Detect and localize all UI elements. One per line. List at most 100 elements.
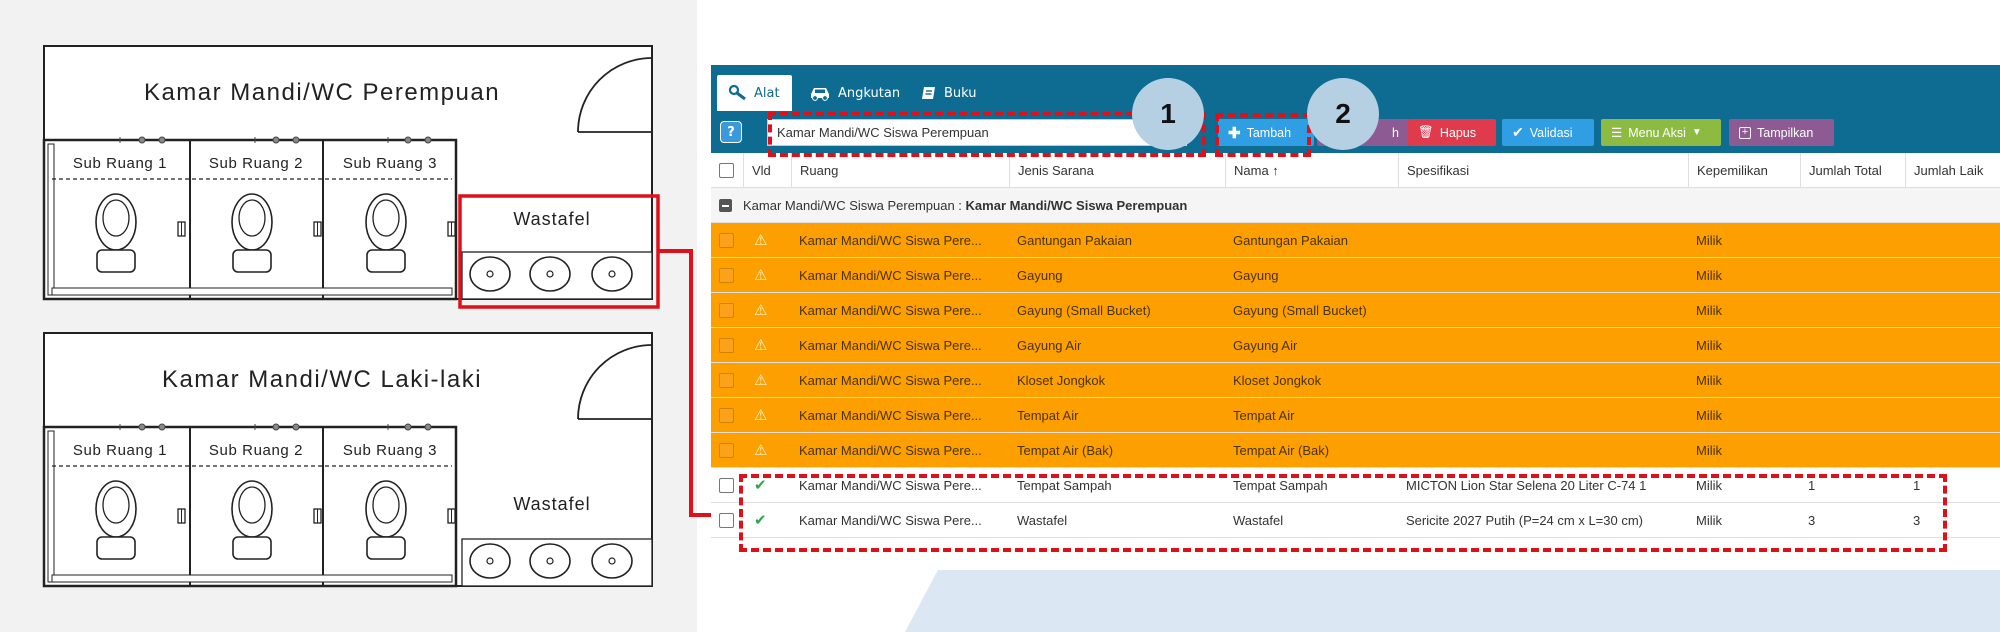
connector-line (689, 249, 693, 517)
rows-highlight-box (739, 474, 1947, 552)
book-icon (922, 87, 935, 99)
cell-spesifikasi (1406, 433, 1688, 468)
cell-ruang: Kamar Mandi/WC Siswa Pere... (799, 408, 982, 423)
cell-jumlah-total (1808, 398, 1905, 433)
col-nama[interactable]: Nama ↑ (1225, 153, 1398, 188)
check-icon: ✔ (1512, 124, 1524, 140)
edit-button-label: h (1392, 125, 1399, 140)
col-spesifikasi[interactable]: Spesifikasi (1398, 153, 1688, 188)
col-vld[interactable]: Vld (743, 153, 791, 188)
cell-jenis-sarana: Gayung (Small Bucket) (1017, 303, 1151, 318)
cell-spesifikasi (1406, 258, 1688, 293)
row-checkbox[interactable] (719, 268, 734, 283)
tab-buku[interactable]: Buku (909, 75, 989, 111)
show-button[interactable]: + Tampilkan (1729, 119, 1834, 146)
sink-icon (469, 256, 511, 292)
action-menu-label: Menu Aksi (1628, 125, 1686, 140)
group-label-prefix: Kamar Mandi/WC Siswa Perempuan : (743, 198, 966, 213)
table-row[interactable]: ⚠ Kamar Mandi/WC Siswa Pere... Gayung Gayun… (711, 258, 2000, 293)
table-row[interactable]: ⚠ Kamar Mandi/WC Siswa Pere... Tempat Air T… (711, 398, 2000, 433)
table-row[interactable]: ⚠ Kamar Mandi/WC Siswa Pere... Gantungan P… (711, 223, 2000, 258)
cell-kepemilikan: Milik (1696, 303, 1722, 318)
cell-kepemilikan: Milik (1696, 268, 1722, 283)
car-icon (811, 88, 829, 101)
men-room-3: Sub Ruang 3 (343, 442, 437, 459)
col-kepemilikan[interactable]: Kepemilikan (1688, 153, 1800, 188)
group-row[interactable]: Kamar Mandi/WC Siswa Perempuan : Kamar M… (711, 188, 2000, 223)
row-checkbox[interactable] (719, 233, 734, 248)
cell-jumlah-total (1808, 258, 1905, 293)
tab-alat[interactable]: Alat (717, 75, 792, 111)
cell-ruang: Kamar Mandi/WC Siswa Pere... (799, 373, 982, 388)
cell-nama: Tempat Air (Bak) (1233, 443, 1330, 458)
cell-spesifikasi (1406, 398, 1688, 433)
men-sink-label: Wastafel (513, 494, 590, 514)
row-checkbox[interactable] (719, 443, 734, 458)
cell-jumlah-laik (1913, 398, 2000, 433)
action-menu-button[interactable]: ☰ Menu Aksi ▼ (1601, 119, 1721, 146)
cell-ruang: Kamar Mandi/WC Siswa Pere... (799, 338, 982, 353)
men-room-2: Sub Ruang 2 (209, 442, 303, 459)
background-shape (905, 570, 2000, 632)
women-floorplan: Kamar Mandi/WC Perempuan Sub Ruang 1 Sub… (42, 45, 660, 309)
wrench-icon (729, 85, 746, 101)
tab-angkutan[interactable]: Angkutan (797, 75, 912, 111)
plus-square-icon: + (1739, 126, 1751, 139)
warning-icon: ⚠ (754, 232, 768, 249)
cell-spesifikasi (1406, 293, 1688, 328)
row-checkbox[interactable] (719, 478, 734, 493)
row-checkbox[interactable] (719, 373, 734, 388)
warning-icon: ⚠ (754, 302, 768, 319)
cell-jumlah-total (1808, 223, 1905, 258)
cell-ruang: Kamar Mandi/WC Siswa Pere... (799, 233, 982, 248)
men-floorplan: Kamar Mandi/WC Laki-laki Sub Ruang 1 Sub… (42, 332, 653, 588)
col-jumlah-laik[interactable]: Jumlah Laik (1905, 153, 2000, 188)
cell-spesifikasi (1406, 328, 1688, 363)
row-checkbox[interactable] (719, 408, 734, 423)
cell-jenis-sarana: Gayung (1017, 268, 1063, 283)
callout-badge-2: 2 (1307, 78, 1379, 150)
connector-line (658, 249, 692, 253)
col-ruang[interactable]: Ruang (791, 153, 1009, 188)
cell-jumlah-laik (1913, 363, 2000, 398)
group-label-bold: Kamar Mandi/WC Siswa Perempuan (965, 198, 1188, 213)
tab-label: Alat (754, 85, 780, 101)
row-checkbox[interactable] (719, 513, 734, 528)
cell-jenis-sarana: Kloset Jongkok (1017, 373, 1106, 388)
table-row[interactable]: ⚠ Kamar Mandi/WC Siswa Pere... Gayung (Sma… (711, 293, 2000, 328)
cell-spesifikasi (1406, 363, 1688, 398)
table-row[interactable]: ⚠ Kamar Mandi/WC Siswa Pere... Kloset Jong… (711, 363, 2000, 398)
cell-nama: Tempat Air (1233, 408, 1295, 423)
cell-kepemilikan: Milik (1696, 338, 1722, 353)
select-all-checkbox[interactable] (719, 163, 734, 178)
cell-ruang: Kamar Mandi/WC Siswa Pere... (799, 303, 982, 318)
col-jenis-sarana[interactable]: Jenis Sarana (1009, 153, 1225, 188)
cell-jumlah-total (1808, 363, 1905, 398)
collapse-icon[interactable] (719, 199, 732, 212)
cell-jumlah-total (1808, 293, 1905, 328)
cell-jenis-sarana: Gantungan Pakaian (1017, 233, 1132, 248)
col-jumlah-total[interactable]: Jumlah Total (1800, 153, 1905, 188)
cell-spesifikasi (1406, 223, 1688, 258)
row-checkbox[interactable] (719, 303, 734, 318)
cell-jumlah-laik (1913, 328, 2000, 363)
sink-icon (529, 543, 571, 579)
warning-icon: ⚠ (754, 407, 768, 424)
table-row[interactable]: ⚠ Kamar Mandi/WC Siswa Pere... Gayung Air G… (711, 328, 2000, 363)
delete-button[interactable]: 🗑 Hapus (1408, 119, 1496, 146)
floorplan-drawing: Kamar Mandi/WC Perempuan Sub Ruang 1 Sub… (42, 45, 660, 588)
validate-button[interactable]: ✔ Validasi (1502, 119, 1594, 146)
men-room-1: Sub Ruang 1 (73, 442, 167, 459)
cell-nama: Kloset Jongkok (1233, 373, 1322, 388)
help-button[interactable]: ? (720, 121, 742, 143)
list-icon: ☰ (1611, 126, 1623, 140)
cell-kepemilikan: Milik (1696, 443, 1722, 458)
men-title: Kamar Mandi/WC Laki-laki (162, 366, 482, 393)
sink-icon (591, 543, 633, 579)
table-header: Vld Ruang Jenis Sarana Nama ↑ Spesifikas… (711, 153, 2000, 188)
row-checkbox[interactable] (719, 338, 734, 353)
women-room-3: Sub Ruang 3 (343, 155, 437, 172)
table-row[interactable]: ⚠ Kamar Mandi/WC Siswa Pere... Tempat Air … (711, 433, 2000, 468)
women-room-1: Sub Ruang 1 (73, 155, 167, 172)
cell-nama: Gayung (Small Bucket) (1233, 303, 1367, 318)
